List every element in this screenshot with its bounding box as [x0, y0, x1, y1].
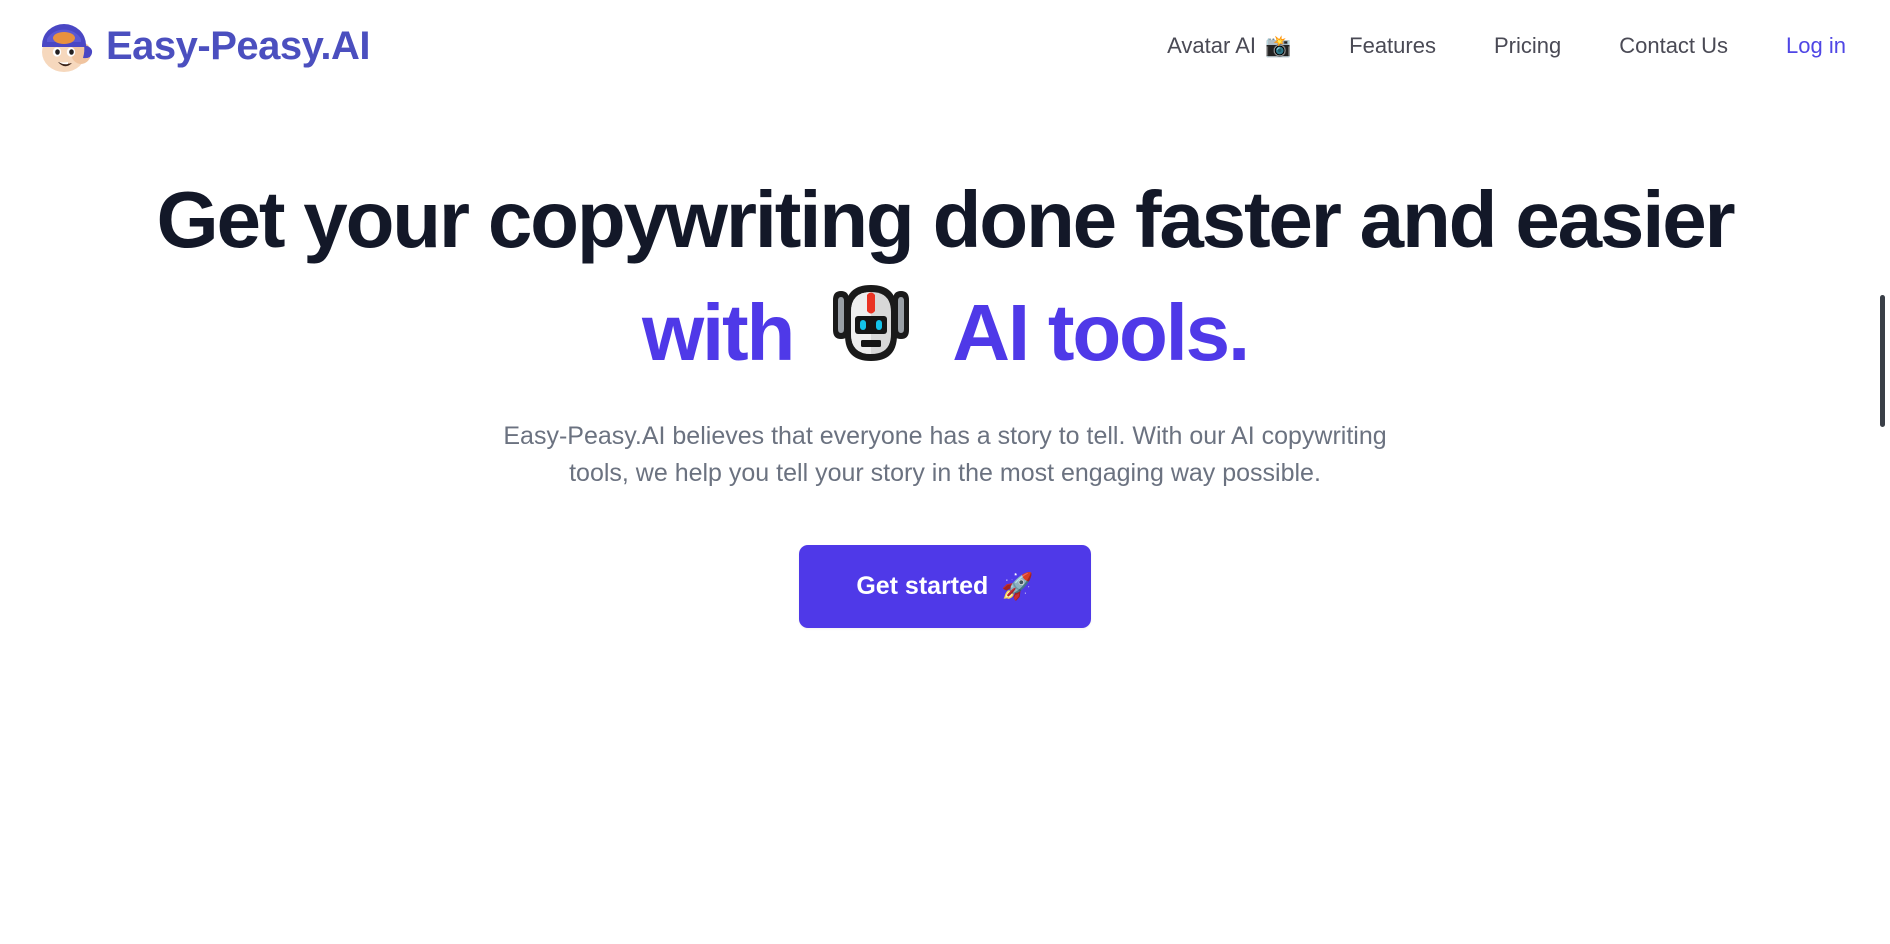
- nav-item-features[interactable]: Features: [1320, 33, 1465, 59]
- get-started-button[interactable]: Get started 🚀: [799, 544, 1091, 628]
- hero-subtitle: Easy-Peasy.AI believes that everyone has…: [503, 422, 1387, 487]
- rocket-icon: 🚀: [1001, 571, 1034, 602]
- site-header: Easy-Peasy.AI Avatar AI 📸 Features Prici…: [0, 0, 1890, 92]
- nav-item-avatar-ai[interactable]: Avatar AI 📸: [1138, 33, 1320, 59]
- scrollbar-thumb[interactable]: [1880, 295, 1885, 427]
- nav-item-label: Contact Us: [1619, 33, 1729, 58]
- nav-item-pricing[interactable]: Pricing: [1465, 33, 1590, 59]
- get-started-label: Get started: [856, 571, 989, 600]
- robot-face-icon: [823, 275, 919, 371]
- easy-peasy-face-logo-icon: [34, 17, 96, 75]
- camera-with-flash-icon: 📸: [1264, 34, 1292, 58]
- brand-logo-link[interactable]: Easy-Peasy.AI: [34, 17, 371, 75]
- hero-title-accent-line: with AI tools.: [125, 275, 1765, 374]
- vertical-scrollbar[interactable]: [1878, 0, 1890, 944]
- main-navigation: Avatar AI 📸 Features Pricing Contact Us …: [1138, 33, 1846, 59]
- nav-item-log-in[interactable]: Log in: [1757, 33, 1846, 59]
- nav-item-label: Log in: [1786, 33, 1846, 58]
- nav-item-label: Avatar AI: [1167, 33, 1256, 58]
- hero-accent-suffix: AI tools.: [952, 288, 1250, 378]
- nav-item-label: Pricing: [1493, 33, 1562, 58]
- hero-title-line-1: Get your copywriting done faster and: [156, 175, 1498, 264]
- nav-item-label: Features: [1349, 33, 1436, 58]
- hero-title-line-2: easier: [1515, 175, 1735, 264]
- brand-name: Easy-Peasy.AI: [106, 23, 371, 68]
- nav-item-contact-us[interactable]: Contact Us: [1590, 33, 1757, 59]
- hero-accent-prefix: with: [641, 288, 795, 378]
- page-root: Easy-Peasy.AI Avatar AI 📸 Features Prici…: [0, 0, 1890, 944]
- page-title: Get your copywriting done faster and eas…: [125, 178, 1765, 374]
- cta-container: Get started 🚀: [0, 544, 1890, 628]
- hero-section: Get your copywriting done faster and eas…: [0, 92, 1890, 628]
